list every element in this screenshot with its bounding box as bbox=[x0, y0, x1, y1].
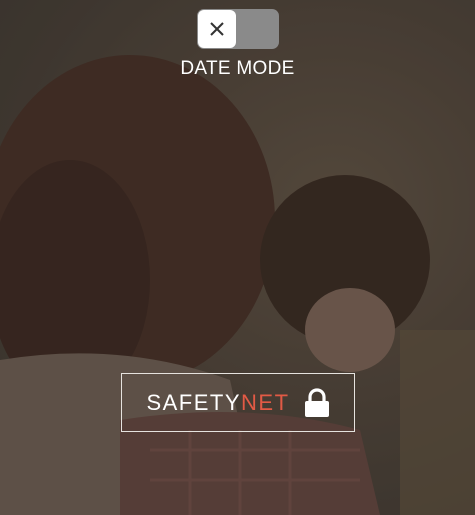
brand-suffix: NET bbox=[241, 389, 290, 415]
toggle-knob[interactable] bbox=[198, 10, 236, 48]
date-mode-toggle[interactable] bbox=[197, 9, 279, 49]
brand-prefix: SAFETY bbox=[146, 389, 242, 415]
safetynet-button[interactable]: SAFETYNET bbox=[121, 373, 355, 432]
close-icon bbox=[210, 22, 224, 36]
safetynet-label: SAFETYNET bbox=[146, 390, 289, 416]
lock-icon bbox=[304, 387, 330, 418]
date-mode-label: DATE MODE bbox=[180, 58, 295, 79]
